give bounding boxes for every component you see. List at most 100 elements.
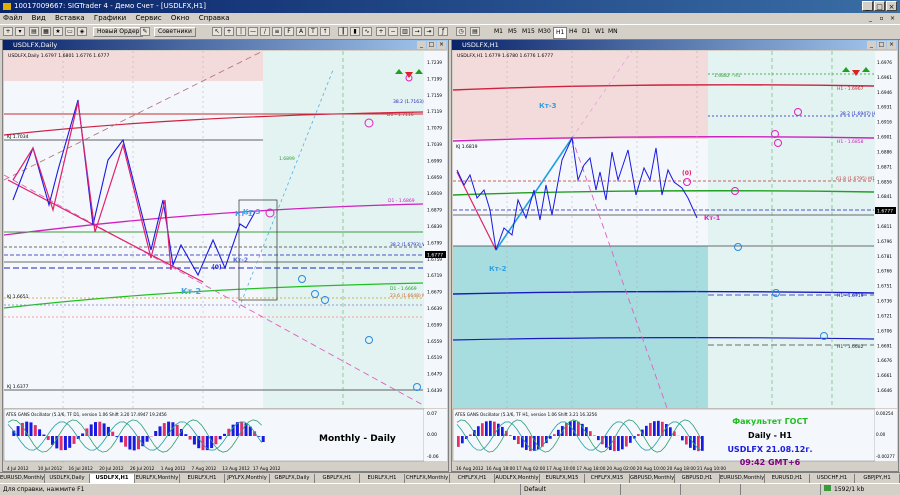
vertical-line-icon[interactable]: | [236,27,246,36]
bar-chart-icon[interactable]: ┃ [338,27,348,36]
chart-daily-canvas[interactable]: USDLFX,Daily 1.6797 1.6801 1.6776 1.6777… [3,50,448,471]
chart-close-button[interactable]: × [887,41,896,49]
chart-tab[interactable]: CHFLFX,M15 [585,474,630,483]
menu-view[interactable]: Вид [32,14,46,22]
menu-file[interactable]: Файл [3,14,22,22]
menu-charts[interactable]: Графики [94,14,126,22]
text-icon[interactable]: A [296,27,306,36]
advisors-button[interactable]: Советники [154,27,196,37]
market-watch-icon[interactable]: ▤ [29,27,39,36]
level-label-h1e: H1 - 1.6719 [837,293,864,299]
tf-m15[interactable]: M15 [522,27,535,37]
label-icon[interactable]: T [308,27,318,36]
chart-tab[interactable]: EURUSD,Monthly [720,474,765,483]
indicators-icon[interactable]: ƒ [438,27,448,36]
chart-tab[interactable]: USDLFX,Daily [45,474,90,483]
oscillator-bar [469,434,472,436]
chart-tab[interactable]: EURLFX,H1 [180,474,225,483]
tf-h1[interactable]: H1 [553,27,567,39]
close-button[interactable]: × [886,1,897,11]
chart-tab[interactable]: GBPJPY,H1 [855,474,900,483]
horizontal-line-icon[interactable]: — [248,27,258,36]
chart-h1-canvas[interactable]: USDLFX,H1 1.6779 1.6780 1.6776 1.6777 Кт… [452,50,898,471]
fibo-icon[interactable]: F [284,27,294,36]
oscillator-bar [55,436,58,448]
chart-tab[interactable]: GBPLFX,Daily [270,474,315,483]
price-tick: 1.6646 [877,388,892,394]
arrows-icon[interactable]: ↑ [320,27,330,36]
chart-tab[interactable]: EURLFX,Monthly [135,474,180,483]
menu-window[interactable]: Окно [171,14,190,22]
menu-tools[interactable]: Сервис [135,14,161,22]
crosshair-icon[interactable]: + [224,27,234,36]
chart-tab[interactable]: GBPLFX,H1 [315,474,360,483]
oscillator-bar [485,421,488,436]
tf-m30[interactable]: M30 [538,27,551,37]
chart-tab[interactable]: GBPUSD,H1 [675,474,720,483]
mdi-restore-button[interactable]: ▫ [877,14,886,23]
chart-tab[interactable]: EURUSD,Monthly [0,474,45,483]
new-order-button[interactable]: Новый Ордер [93,27,143,37]
status-empty [680,484,740,495]
chart-window-title[interactable]: USDLFX,Daily _ □ × [3,40,448,50]
oscillator-bar [517,436,520,444]
chart-window-h1[interactable]: USDLFX,H1 _ □ × [451,39,899,472]
terminal-icon[interactable]: ▭ [65,27,75,36]
line-chart-icon[interactable]: ∿ [362,27,372,36]
chart-shift-icon[interactable]: ⇥ [424,27,434,36]
chart-tab[interactable]: EURUSD,H1 [765,474,810,483]
mdi-close-button[interactable]: × [888,14,897,23]
cursor-icon[interactable]: ↖ [212,27,222,36]
chart-tab[interactable]: JPYLFX,Monthly [225,474,270,483]
chart-tab[interactable]: CHFLFX,Monthly [405,474,450,483]
oscillator-bar [501,427,504,436]
menu-insert[interactable]: Вставка [55,14,85,22]
chart-minimize-button[interactable]: _ [417,41,426,49]
channel-icon[interactable]: ≡ [272,27,282,36]
chart-window-daily[interactable]: USDLFX,Daily _ □ × [2,39,449,472]
level-label-r4: 38.2 (1.6793) W1 [390,242,430,248]
chart-window-title[interactable]: USDLFX,H1 _ □ × [452,40,898,50]
tile-windows-icon[interactable]: ▥ [400,27,410,36]
data-window-icon[interactable]: ▦ [41,27,51,36]
chart-tab[interactable]: GBPUSD,Monthly [630,474,675,483]
trendline-icon[interactable]: / [260,27,270,36]
candles-icon[interactable]: ▮ [350,27,360,36]
chart-tab[interactable]: USDLFX,H1 [90,474,135,483]
oscillator-bar [81,433,84,436]
tf-d1[interactable]: D1 [582,27,590,37]
chart-tab[interactable]: EURLFX,H1 [360,474,405,483]
price-tick: 1.6959 [427,175,442,181]
chart-minimize-button[interactable]: _ [867,41,876,49]
metaeditor-icon[interactable]: ✎ [140,27,150,36]
minimize-button[interactable]: _ [862,1,873,11]
chart-close-button[interactable]: × [437,41,446,49]
autoscroll-icon[interactable]: → [412,27,422,36]
chart-tab[interactable]: CHFLFX,H1 [450,474,495,483]
status-help: Для справки, нажмите F1 [0,484,520,495]
periods-icon[interactable]: ◷ [456,27,466,36]
tf-mn[interactable]: MN [608,27,618,37]
chart-maximize-button[interactable]: □ [877,41,886,49]
status-profile: Default [520,484,620,495]
price-tick: 1.6639 [427,306,442,312]
new-chart-icon[interactable]: + [3,27,13,36]
zoom-in-icon[interactable]: + [376,27,386,36]
tester-icon[interactable]: ◈ [77,27,87,36]
chart-tab[interactable]: USDCHF,H1 [810,474,855,483]
templates-icon[interactable]: ▤ [470,27,480,36]
menu-help[interactable]: Справка [199,14,230,22]
chart-maximize-button[interactable]: □ [427,41,436,49]
chart-tab[interactable]: EURLFX,M15 [540,474,585,483]
tf-h4[interactable]: H4 [569,27,577,37]
maximize-button[interactable]: □ [874,1,885,11]
chart-tab[interactable]: AUDLFX,Monthly [495,474,540,483]
zoom-out-icon[interactable]: − [388,27,398,36]
profiles-icon[interactable]: ▾ [15,27,25,36]
tf-m1[interactable]: M1 [494,27,503,37]
tf-m5[interactable]: M5 [508,27,517,37]
navigator-icon[interactable]: ★ [53,27,63,36]
tf-w1[interactable]: W1 [595,27,605,37]
mdi-minimize-button[interactable]: _ [866,14,875,23]
price-tick: 1.7199 [427,76,442,82]
